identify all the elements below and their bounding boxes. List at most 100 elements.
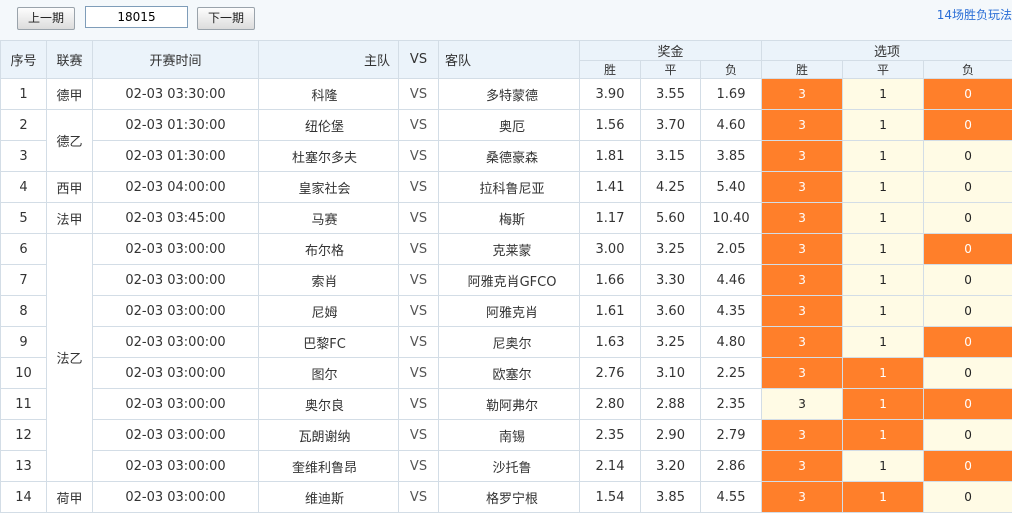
option-win-cell[interactable]: 3 xyxy=(761,140,844,172)
odds-win: 1.17 xyxy=(579,202,641,234)
match-no: 10 xyxy=(0,357,47,389)
home-team: 纽伦堡 xyxy=(258,109,399,141)
away-team: 拉科鲁尼亚 xyxy=(438,171,580,203)
home-team: 维迪斯 xyxy=(258,481,399,513)
match-no: 3 xyxy=(0,140,47,172)
prev-period-button[interactable]: 上一期 xyxy=(17,7,75,30)
option-loss-cell[interactable]: 0 xyxy=(923,357,1012,389)
odds-draw: 5.60 xyxy=(640,202,701,234)
option-win-cell[interactable]: 3 xyxy=(761,233,844,265)
match-time: 02-03 03:00:00 xyxy=(92,326,259,358)
option-draw-cell[interactable]: 1 xyxy=(842,264,925,296)
option-loss-cell[interactable]: 0 xyxy=(923,450,1012,482)
odds-win: 2.80 xyxy=(579,388,641,420)
option-loss-cell[interactable]: 0 xyxy=(923,171,1012,203)
option-draw-cell[interactable]: 1 xyxy=(842,357,925,389)
option-loss-cell[interactable]: 0 xyxy=(923,264,1012,296)
option-win-cell[interactable]: 3 xyxy=(761,481,844,513)
option-loss-cell[interactable]: 0 xyxy=(923,78,1012,110)
option-draw-cell[interactable]: 1 xyxy=(842,388,925,420)
match-row: 8 02-03 03:00:00 尼姆 VS 阿雅克肖 1.61 3.60 4.… xyxy=(0,295,1012,327)
option-draw-cell[interactable]: 1 xyxy=(842,419,925,451)
odds-win: 1.56 xyxy=(579,109,641,141)
vs-label: VS xyxy=(398,357,439,389)
odds-win: 2.35 xyxy=(579,419,641,451)
header-time: 开赛时间 xyxy=(92,40,259,79)
rules-link[interactable]: 14场胜负玩法 xyxy=(937,6,1012,23)
match-time: 02-03 03:00:00 xyxy=(92,295,259,327)
option-win-cell[interactable]: 3 xyxy=(761,109,844,141)
period-input[interactable] xyxy=(85,6,188,28)
home-team: 杜塞尔多夫 xyxy=(258,140,399,172)
header-home: 主队 xyxy=(258,40,399,79)
home-team: 科隆 xyxy=(258,78,399,110)
match-time: 02-03 03:00:00 xyxy=(92,357,259,389)
option-win-cell[interactable]: 3 xyxy=(761,326,844,358)
away-team: 沙托鲁 xyxy=(438,450,580,482)
option-draw-cell[interactable]: 1 xyxy=(842,481,925,513)
option-draw-cell[interactable]: 1 xyxy=(842,450,925,482)
option-draw-cell[interactable]: 1 xyxy=(842,202,925,234)
option-loss-cell[interactable]: 0 xyxy=(923,419,1012,451)
option-win-cell[interactable]: 3 xyxy=(761,295,844,327)
match-row: 9 02-03 03:00:00 巴黎FC VS 尼奥尔 1.63 3.25 4… xyxy=(0,326,1012,358)
odds-draw: 3.70 xyxy=(640,109,701,141)
match-no: 7 xyxy=(0,264,47,296)
option-win-cell[interactable]: 3 xyxy=(761,264,844,296)
option-draw-cell[interactable]: 1 xyxy=(842,171,925,203)
home-team: 奥尔良 xyxy=(258,388,399,420)
header-option-loss: 负 xyxy=(923,60,1012,79)
option-draw-cell[interactable]: 1 xyxy=(842,78,925,110)
odds-loss: 2.86 xyxy=(699,450,763,482)
option-win-cell[interactable]: 3 xyxy=(761,357,844,389)
option-loss-cell[interactable]: 0 xyxy=(923,109,1012,141)
option-loss-cell[interactable]: 0 xyxy=(923,326,1012,358)
option-loss-cell[interactable]: 0 xyxy=(923,481,1012,513)
match-no: 2 xyxy=(0,109,47,141)
match-no: 8 xyxy=(0,295,47,327)
match-row: 4 西甲 02-03 04:00:00 皇家社会 VS 拉科鲁尼亚 1.41 4… xyxy=(0,171,1012,203)
header-away: 客队 xyxy=(438,40,580,79)
option-draw-cell[interactable]: 1 xyxy=(842,109,925,141)
match-row: 14 荷甲 02-03 03:00:00 维迪斯 VS 格罗宁根 1.54 3.… xyxy=(0,481,1012,513)
home-team: 瓦朗谢纳 xyxy=(258,419,399,451)
vs-label: VS xyxy=(398,326,439,358)
option-draw-cell[interactable]: 1 xyxy=(842,233,925,265)
vs-label: VS xyxy=(398,171,439,203)
option-win-cell[interactable]: 3 xyxy=(761,171,844,203)
match-league: 法甲 xyxy=(46,202,93,234)
home-team: 索肖 xyxy=(258,264,399,296)
option-win-cell[interactable]: 3 xyxy=(761,202,844,234)
odds-loss: 10.40 xyxy=(699,202,763,234)
option-win-cell[interactable]: 3 xyxy=(761,419,844,451)
option-win-cell[interactable]: 3 xyxy=(761,388,844,420)
match-rows: 1 德甲 02-03 03:30:00 科隆 VS 多特蒙德 3.90 3.55… xyxy=(0,78,1012,513)
home-team: 图尔 xyxy=(258,357,399,389)
option-draw-cell[interactable]: 1 xyxy=(842,140,925,172)
odds-loss: 4.55 xyxy=(699,481,763,513)
away-team: 欧塞尔 xyxy=(438,357,580,389)
next-period-button[interactable]: 下一期 xyxy=(197,7,255,30)
option-draw-cell[interactable]: 1 xyxy=(842,295,925,327)
option-loss-cell[interactable]: 0 xyxy=(923,295,1012,327)
match-no: 9 xyxy=(0,326,47,358)
away-team: 桑德豪森 xyxy=(438,140,580,172)
option-win-cell[interactable]: 3 xyxy=(761,78,844,110)
header-option-draw: 平 xyxy=(842,60,925,79)
header-vs: VS xyxy=(398,40,439,79)
away-team: 阿雅克肖GFCO xyxy=(438,264,580,296)
match-row: 10 02-03 03:00:00 图尔 VS 欧塞尔 2.76 3.10 2.… xyxy=(0,357,1012,389)
option-loss-cell[interactable]: 0 xyxy=(923,202,1012,234)
odds-win: 1.66 xyxy=(579,264,641,296)
option-loss-cell[interactable]: 0 xyxy=(923,233,1012,265)
option-draw-cell[interactable]: 1 xyxy=(842,326,925,358)
period-toolbar: 上一期 下一期 14场胜负玩法 xyxy=(0,0,1012,40)
option-win-cell[interactable]: 3 xyxy=(761,450,844,482)
option-loss-cell[interactable]: 0 xyxy=(923,388,1012,420)
odds-draw: 3.25 xyxy=(640,233,701,265)
match-row: 1 德甲 02-03 03:30:00 科隆 VS 多特蒙德 3.90 3.55… xyxy=(0,78,1012,110)
away-team: 尼奥尔 xyxy=(438,326,580,358)
option-loss-cell[interactable]: 0 xyxy=(923,140,1012,172)
away-team: 南锡 xyxy=(438,419,580,451)
vs-label: VS xyxy=(398,233,439,265)
